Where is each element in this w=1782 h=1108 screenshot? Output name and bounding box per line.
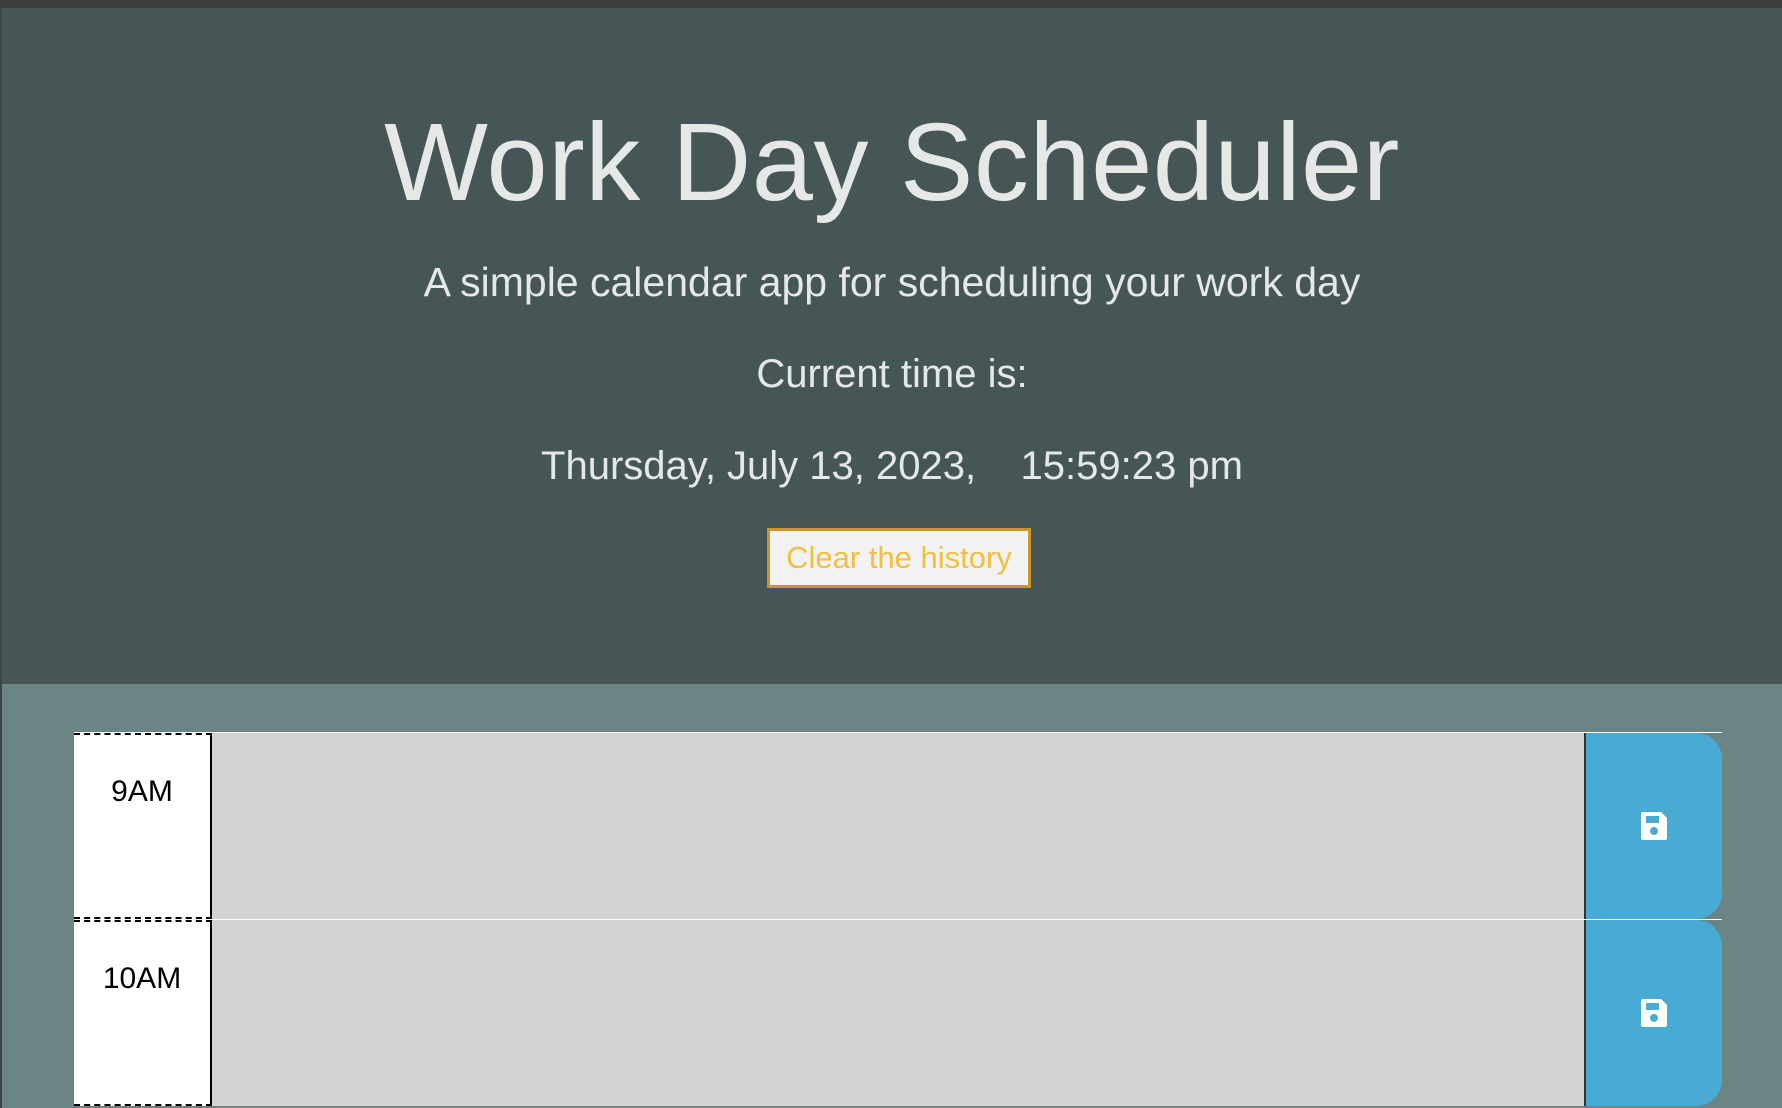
- hour-label: 10AM: [74, 920, 212, 1106]
- clear-history-button[interactable]: Clear the history: [767, 528, 1031, 588]
- page-subtitle: A simple calendar app for scheduling you…: [423, 259, 1361, 305]
- save-button[interactable]: [1586, 733, 1722, 919]
- header-jumbotron: Work Day Scheduler A simple calendar app…: [2, 8, 1782, 684]
- current-time-label: Current time is:: [756, 352, 1028, 396]
- event-description-input[interactable]: [212, 733, 1586, 919]
- time-block-9am: 9AM: [74, 732, 1722, 919]
- event-description-input[interactable]: [212, 920, 1586, 1106]
- time-block-10am: 10AM: [74, 919, 1722, 1106]
- window-top-bar: [0, 0, 1782, 8]
- floppy-disk-icon: [1641, 999, 1667, 1027]
- page-title: Work Day Scheduler: [384, 101, 1400, 224]
- schedule-container: 9AM 10AM: [74, 732, 1722, 1106]
- save-button[interactable]: [1586, 920, 1722, 1106]
- current-time-display: Thursday, July 13, 2023, 15:59:23 pm: [541, 444, 1243, 488]
- floppy-disk-icon: [1641, 812, 1667, 840]
- hour-label: 9AM: [74, 733, 212, 919]
